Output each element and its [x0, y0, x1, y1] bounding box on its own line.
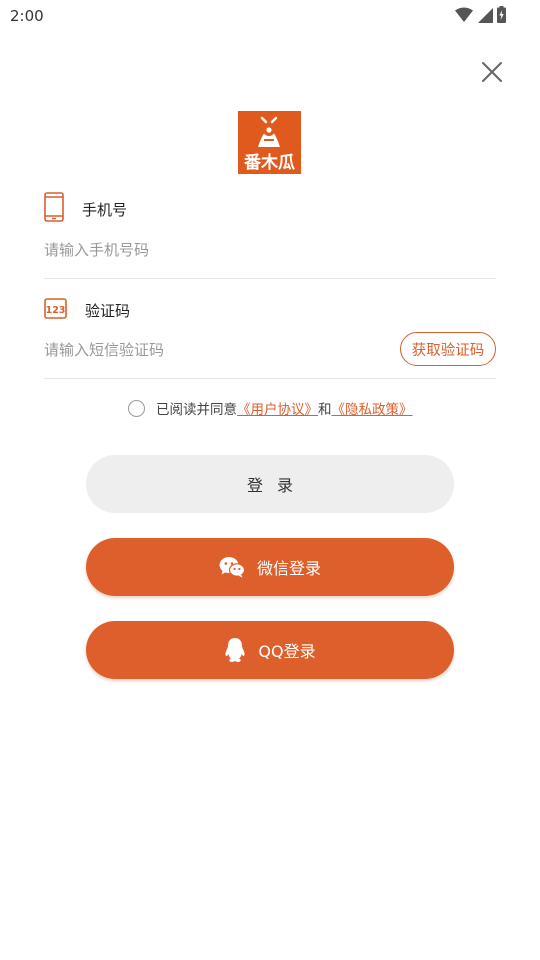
close-icon [482, 62, 502, 82]
agreement-connector: 和 [318, 402, 332, 418]
qq-login-label: QQ登录 [258, 642, 316, 661]
phone-label-row: 手机号 [44, 192, 127, 226]
qq-icon [224, 637, 246, 663]
close-button[interactable] [478, 58, 506, 86]
app-logo: 番木瓜 [238, 111, 301, 174]
wechat-icon [219, 556, 245, 578]
user-agreement-link[interactable]: 《用户协议》 [237, 398, 318, 418]
status-icons [455, 6, 506, 27]
agreement-radio[interactable] [128, 399, 145, 417]
svg-text:123: 123 [46, 305, 66, 316]
logo-text: 番木瓜 [243, 152, 295, 173]
phone-input[interactable] [44, 230, 496, 270]
code-input[interactable] [44, 330, 394, 370]
status-bar: 2:00 [0, 0, 540, 32]
status-time: 2:00 [10, 7, 44, 25]
battery-charging-icon [497, 6, 506, 27]
privacy-policy-link[interactable]: 《隐私政策》 [332, 398, 413, 418]
login-button[interactable]: 登录 [86, 455, 454, 513]
phone-divider [44, 278, 496, 279]
code-label: 验证码 [85, 302, 131, 320]
code-label-row: 123 验证码 [44, 298, 130, 323]
wechat-login-label: 微信登录 [256, 559, 321, 578]
login-button-label: 登录 [246, 476, 307, 495]
wechat-login-button[interactable]: 微信登录 [86, 538, 454, 596]
qq-login-button[interactable]: QQ登录 [86, 621, 454, 679]
phone-label: 手机号 [82, 200, 128, 219]
agreement-row: 已阅读并同意 《用户协议》 和 《隐私政策》 [128, 398, 413, 418]
get-code-button[interactable]: 获取验证码 [400, 332, 496, 366]
number-code-icon: 123 [44, 298, 67, 323]
wifi-icon [455, 7, 473, 27]
code-divider [44, 378, 496, 379]
signal-icon [477, 7, 493, 27]
agreement-prefix: 已阅读并同意 [156, 402, 237, 418]
phone-icon [44, 192, 64, 226]
